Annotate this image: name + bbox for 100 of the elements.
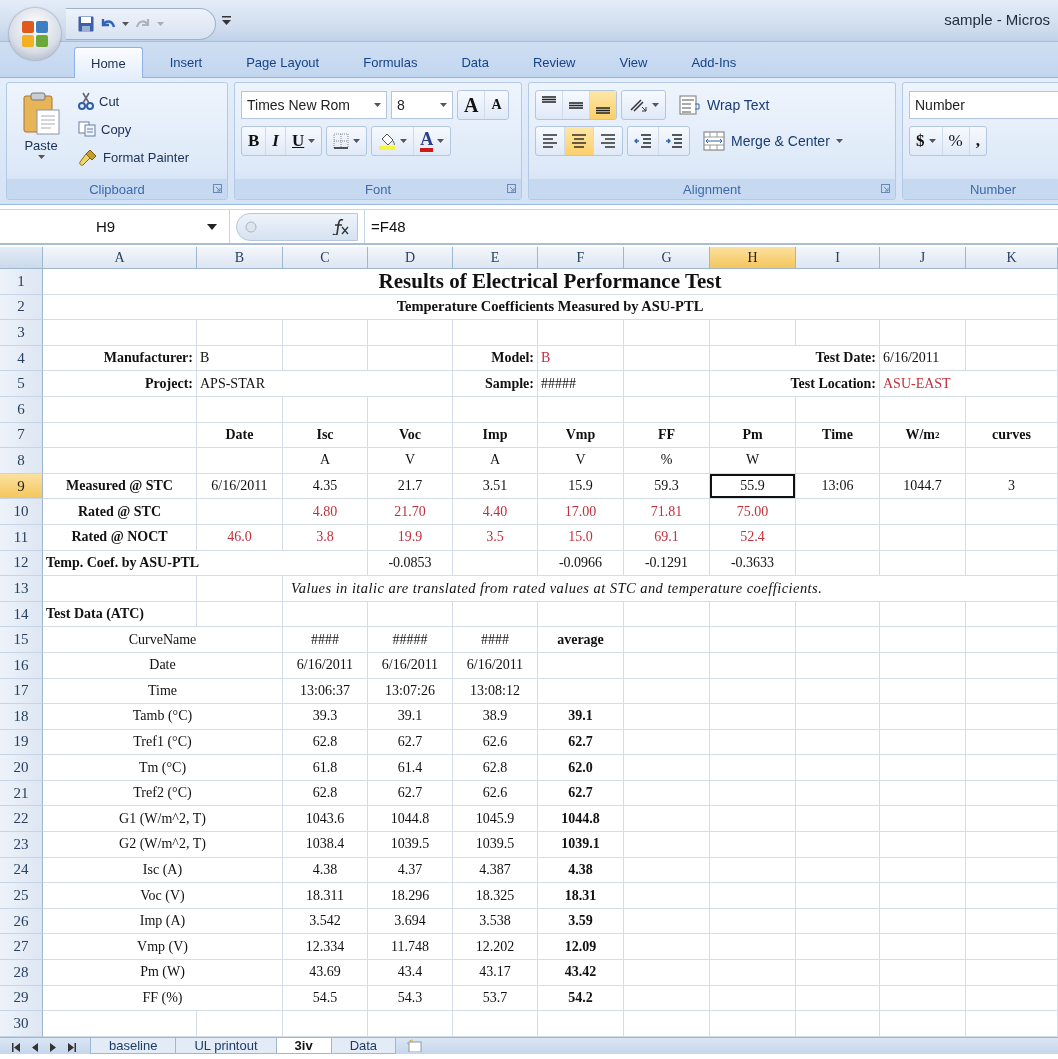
column-header[interactable]: H (710, 247, 796, 269)
save-icon[interactable] (78, 16, 94, 32)
empty-cell[interactable] (880, 601, 966, 628)
empty-cell[interactable] (966, 985, 1058, 1012)
empty-cell[interactable] (197, 499, 283, 525)
empty-cell[interactable] (283, 601, 368, 628)
row-header[interactable]: 2 (0, 294, 43, 321)
empty-cell[interactable] (880, 755, 966, 781)
empty-cell[interactable] (624, 704, 710, 730)
empty-cell[interactable] (796, 396, 880, 423)
formula-field[interactable]: =F48 (364, 210, 1058, 243)
row-header[interactable]: 7 (0, 422, 43, 449)
row-header[interactable]: 22 (0, 806, 43, 833)
empty-cell[interactable] (880, 550, 966, 577)
empty-cell[interactable] (880, 985, 966, 1012)
comma-button[interactable]: , (969, 127, 986, 155)
empty-cell[interactable] (710, 704, 796, 730)
row-header[interactable]: 12 (0, 550, 43, 577)
empty-cell[interactable] (368, 1011, 453, 1037)
empty-cell[interactable] (368, 345, 453, 372)
underline-button[interactable]: U (285, 127, 322, 155)
empty-cell[interactable] (966, 524, 1058, 551)
number-format-field[interactable]: Number (909, 91, 1058, 119)
empty-cell[interactable] (710, 601, 796, 628)
cancel-icon[interactable] (245, 220, 257, 233)
empty-cell[interactable] (624, 780, 710, 807)
empty-cell[interactable] (966, 729, 1058, 756)
sheet-tab[interactable]: Data (330, 1037, 397, 1054)
empty-cell[interactable] (624, 652, 710, 679)
font-size-field[interactable]: 8 (391, 91, 453, 119)
empty-cell[interactable] (966, 320, 1058, 346)
empty-cell[interactable] (624, 806, 710, 833)
select-all-button[interactable] (0, 247, 43, 269)
empty-cell[interactable] (966, 704, 1058, 730)
column-header[interactable]: A (43, 247, 197, 269)
empty-cell[interactable] (624, 320, 710, 346)
empty-cell[interactable] (796, 1011, 880, 1037)
empty-cell[interactable] (453, 396, 538, 423)
office-button[interactable] (9, 8, 61, 60)
empty-cell[interactable] (966, 960, 1058, 986)
insert-function-icon[interactable] (331, 218, 349, 235)
currency-button[interactable]: $ (910, 127, 943, 155)
dialog-launcher-icon[interactable] (213, 184, 222, 193)
empty-cell[interactable] (880, 704, 966, 730)
ribbon-tab[interactable]: Home (74, 47, 143, 78)
previous-sheet-icon[interactable] (32, 1042, 38, 1052)
empty-cell[interactable] (197, 396, 283, 423)
empty-cell[interactable] (880, 1011, 966, 1037)
row-header[interactable]: 14 (0, 601, 43, 628)
cut-button[interactable]: Cut (75, 89, 192, 113)
empty-cell[interactable] (796, 883, 880, 909)
empty-cell[interactable] (796, 652, 880, 679)
font-name-field[interactable]: Times New Rom (241, 91, 387, 119)
row-header[interactable]: 26 (0, 908, 43, 935)
empty-cell[interactable] (880, 499, 966, 525)
sheet-tab[interactable]: baseline (90, 1037, 177, 1054)
insert-sheet-icon[interactable] (406, 1038, 423, 1052)
empty-cell[interactable] (710, 627, 796, 653)
empty-cell[interactable] (880, 448, 966, 474)
empty-cell[interactable] (796, 780, 880, 807)
empty-cell[interactable] (880, 524, 966, 551)
empty-cell[interactable] (796, 601, 880, 628)
empty-cell[interactable] (710, 780, 796, 807)
empty-cell[interactable] (966, 755, 1058, 781)
empty-cell[interactable] (880, 780, 966, 807)
empty-cell[interactable] (283, 345, 368, 372)
empty-cell[interactable] (966, 601, 1058, 628)
empty-cell[interactable] (966, 806, 1058, 833)
horizontal-align-button[interactable] (565, 127, 594, 155)
empty-cell[interactable] (538, 652, 624, 679)
empty-cell[interactable] (710, 960, 796, 986)
empty-cell[interactable] (796, 908, 880, 935)
empty-cell[interactable] (966, 678, 1058, 705)
row-header[interactable]: 29 (0, 985, 43, 1012)
empty-cell[interactable] (796, 729, 880, 756)
empty-cell[interactable] (197, 601, 283, 628)
empty-cell[interactable] (710, 396, 796, 423)
empty-cell[interactable] (966, 780, 1058, 807)
empty-cell[interactable] (966, 1011, 1058, 1037)
empty-cell[interactable] (283, 1011, 368, 1037)
ribbon-tab[interactable]: Page Layout (229, 47, 337, 77)
percent-button[interactable]: % (942, 127, 970, 155)
empty-cell[interactable] (710, 934, 796, 961)
sheet-tab[interactable]: UL printout (175, 1037, 277, 1054)
next-sheet-icon[interactable] (50, 1042, 56, 1052)
bold-button[interactable]: B (242, 127, 267, 155)
row-header[interactable]: 8 (0, 448, 43, 474)
empty-cell[interactable] (796, 524, 880, 551)
selected-cell[interactable]: 55.9 (710, 473, 796, 500)
empty-cell[interactable] (796, 934, 880, 961)
empty-cell[interactable] (624, 396, 710, 423)
ribbon-tab[interactable]: Review (515, 47, 593, 77)
format-painter-button[interactable]: Format Painter (75, 145, 192, 169)
empty-cell[interactable] (880, 729, 966, 756)
empty-cell[interactable] (624, 934, 710, 961)
empty-cell[interactable] (966, 652, 1058, 679)
dialog-launcher-icon[interactable] (881, 184, 890, 193)
empty-cell[interactable] (880, 627, 966, 653)
empty-cell[interactable] (796, 448, 880, 474)
empty-cell[interactable] (966, 832, 1058, 858)
